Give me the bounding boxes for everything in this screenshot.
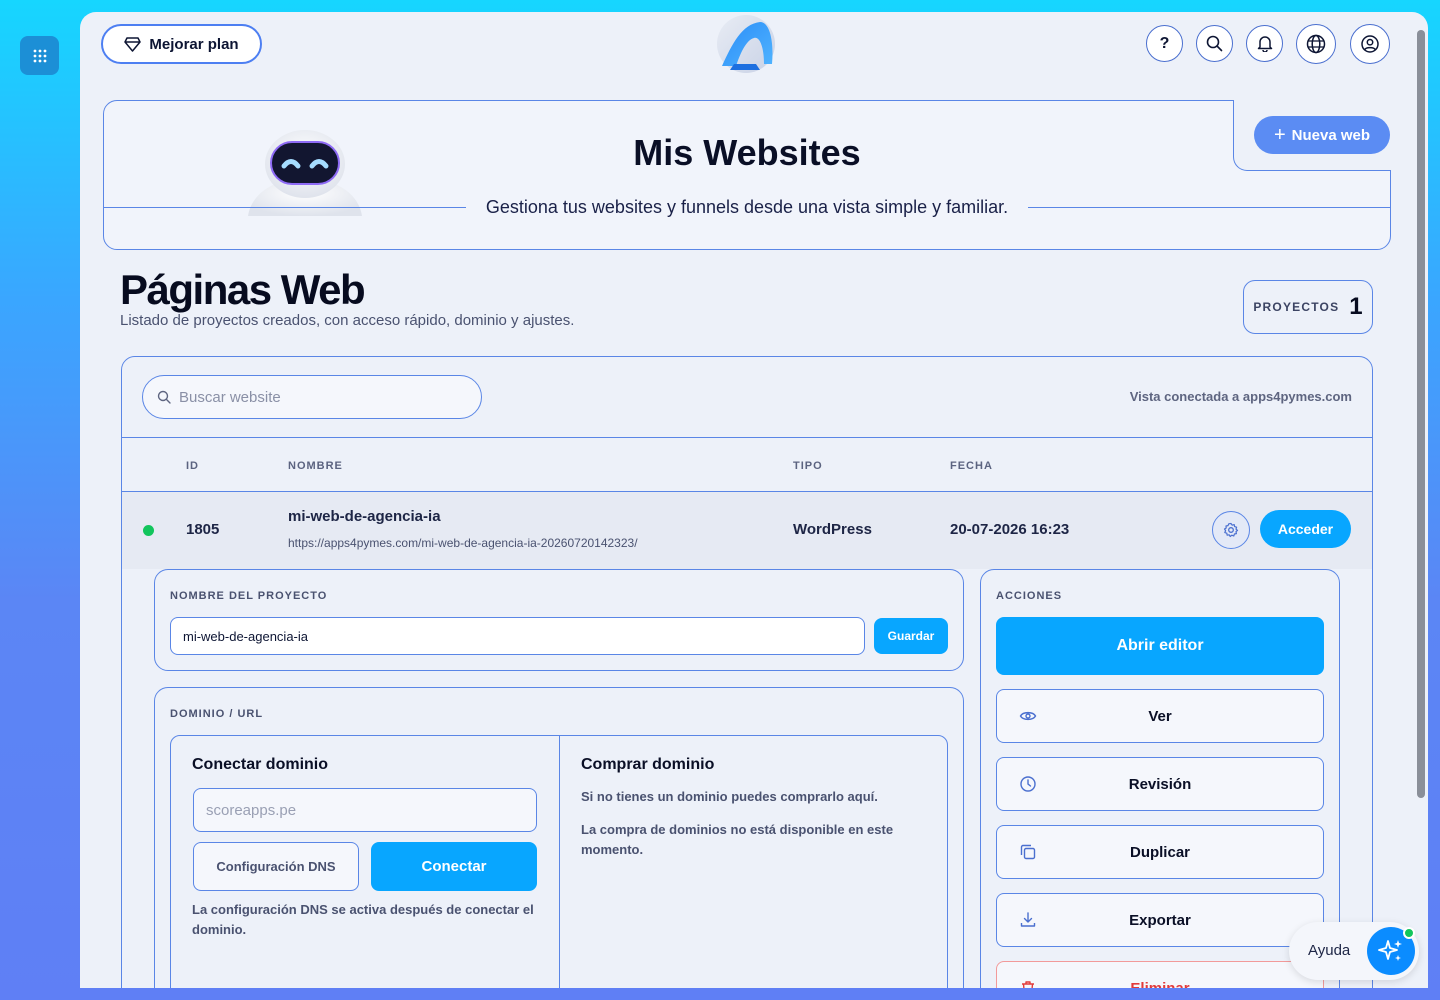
hero-title: Mis Websites: [633, 132, 861, 173]
question-icon: ?: [1159, 34, 1170, 52]
search-box[interactable]: [142, 375, 482, 419]
account-button[interactable]: [1350, 24, 1390, 64]
eye-icon: [1019, 711, 1037, 721]
header-id: ID: [186, 460, 199, 472]
table-row[interactable]: 1805 mi-web-de-agencia-ia https://apps4p…: [122, 492, 1372, 569]
search-input[interactable]: [179, 388, 459, 406]
upgrade-plan-label: Mejorar plan: [149, 35, 239, 53]
row-url[interactable]: https://apps4pymes.com/mi-web-de-agencia…: [288, 536, 638, 550]
user-icon: [1361, 35, 1379, 53]
row-name: mi-web-de-agencia-ia: [288, 508, 441, 525]
domain-input[interactable]: [193, 788, 537, 832]
download-icon: [1020, 912, 1036, 927]
export-button[interactable]: Exportar: [996, 893, 1324, 947]
gear-icon: [1223, 522, 1239, 538]
dns-note: La configuración DNS se activa después d…: [192, 902, 534, 937]
brand-logo: [717, 15, 775, 73]
scrollbar[interactable]: [1417, 30, 1425, 798]
delete-label: Eliminar: [1130, 979, 1190, 989]
access-button[interactable]: Acceder: [1260, 510, 1351, 548]
search-icon: [1206, 35, 1223, 52]
duplicate-button[interactable]: Duplicar: [996, 825, 1324, 879]
buy-note-2: La compra de dominios no está disponible…: [581, 822, 894, 857]
open-editor-button[interactable]: Abrir editor: [996, 617, 1324, 675]
connect-button[interactable]: Conectar: [371, 842, 537, 891]
actions-label: ACCIONES: [996, 590, 1063, 602]
revision-button[interactable]: Revisión: [996, 757, 1324, 811]
new-website-button[interactable]: + Nueva web: [1254, 116, 1390, 154]
search-icon: [157, 390, 171, 404]
duplicate-label: Duplicar: [1129, 843, 1190, 861]
help-button[interactable]: ?: [1146, 25, 1183, 62]
buy-note-1: Si no tienes un dominio puedes comprarlo…: [581, 789, 878, 804]
buy-domain-title: Comprar dominio: [581, 756, 715, 773]
globe-icon: [1306, 34, 1326, 54]
header-type: TIPO: [793, 460, 823, 472]
project-name-label: NOMBRE DEL PROYECTO: [170, 590, 328, 602]
new-website-label: Nueva web: [1291, 126, 1371, 144]
websites-table: Vista conectada a apps4pymes.com ID NOMB…: [121, 356, 1373, 988]
view-button[interactable]: Ver: [996, 689, 1324, 743]
language-button[interactable]: [1296, 24, 1336, 64]
domain-label: DOMINIO / URL: [170, 708, 264, 720]
header-date: FECHA: [950, 460, 993, 472]
hero-subtitle-wrapper: Gestiona tus websites y funnels desde un…: [80, 197, 1414, 218]
project-name-input[interactable]: [170, 617, 865, 655]
notifications-button[interactable]: [1246, 25, 1283, 62]
revision-label: Revisión: [1128, 775, 1192, 793]
plus-icon: +: [1273, 124, 1286, 146]
table-header: ID NOMBRE TIPO FECHA: [122, 437, 1372, 492]
settings-button[interactable]: [1212, 511, 1250, 549]
projects-counter: PROYECTOS 1: [1243, 280, 1373, 334]
copy-icon: [1020, 844, 1036, 860]
diamond-icon: [124, 36, 142, 52]
main-panel: Mejorar plan ? Mis Websites Gestiona tus…: [80, 12, 1428, 988]
grid-icon: [33, 49, 46, 62]
connect-domain-title: Conectar dominio: [192, 756, 329, 773]
clock-icon: [1020, 776, 1036, 792]
page-subtitle: Listado de proyectos creados, con acceso…: [120, 312, 575, 329]
project-name-card: NOMBRE DEL PROYECTO Guardar: [154, 569, 964, 671]
domain-card: DOMINIO / URL Conectar dominio Configura…: [154, 687, 964, 988]
help-label: Ayuda: [1308, 942, 1351, 959]
trash-icon: [1022, 981, 1034, 988]
search-button[interactable]: [1196, 25, 1233, 62]
row-id: 1805: [186, 521, 220, 538]
status-dot: [143, 525, 154, 536]
page-title: Páginas Web: [120, 266, 366, 313]
projects-label: PROYECTOS: [1253, 300, 1340, 314]
bell-icon: [1257, 36, 1272, 52]
apps-grid-button[interactable]: [20, 36, 59, 75]
export-label: Exportar: [1129, 911, 1191, 929]
header-name: NOMBRE: [288, 460, 343, 472]
row-date: 20-07-2026 16:23: [950, 521, 1070, 538]
delete-button[interactable]: Eliminar: [996, 961, 1324, 988]
connected-note: Vista conectada a apps4pymes.com: [1129, 389, 1352, 404]
hero-subtitle: Gestiona tus websites y funnels desde un…: [469, 197, 1025, 217]
dns-config-button[interactable]: Configuración DNS: [193, 842, 359, 891]
save-button[interactable]: Guardar: [874, 618, 948, 654]
online-indicator: [1403, 927, 1415, 939]
sparkles-icon: [1378, 940, 1402, 961]
domain-split: Conectar dominio Configuración DNS Conec…: [170, 735, 948, 988]
split-divider: [559, 736, 560, 988]
projects-count: 1: [1349, 293, 1363, 320]
view-label: Ver: [1148, 707, 1172, 725]
row-type: WordPress: [793, 521, 872, 538]
actions-card: ACCIONES Abrir editor Ver Revisión Dupli…: [980, 569, 1340, 988]
upgrade-plan-button[interactable]: Mejorar plan: [101, 24, 262, 64]
